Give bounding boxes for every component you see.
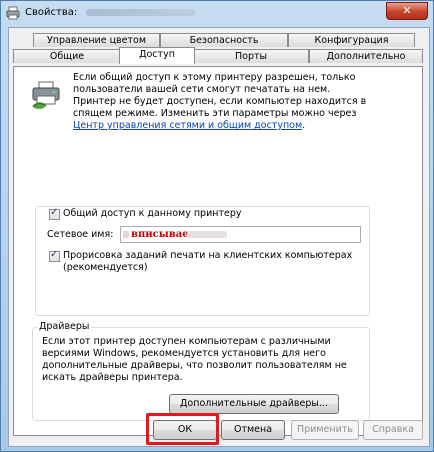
apply-button[interactable]: Применить <box>291 420 359 440</box>
printer-name-redacted <box>86 9 196 16</box>
shared-printer-icon <box>32 81 60 109</box>
render-jobs-checkbox[interactable] <box>49 249 60 262</box>
tab-sharing[interactable]: Доступ <box>119 47 195 64</box>
share-printer-label: Общий доступ к данному принтеру <box>63 208 245 220</box>
tab-general[interactable]: Общие <box>13 49 121 63</box>
drivers-group: Драйверы Если этот принтер доступен комп… <box>32 321 370 421</box>
close-button[interactable]: ✕ <box>386 2 428 20</box>
redacted-suffix <box>187 231 227 238</box>
share-settings-group: Общий доступ к данному принтеру Сетевое … <box>35 206 370 316</box>
network-center-link[interactable]: Центр управления сетями и общим доступом <box>73 120 302 131</box>
share-name-label: Сетевое имя: <box>47 229 114 240</box>
tab-ports[interactable]: Порты <box>193 49 309 63</box>
printer-properties-window: Свойства: ✕ Управление цветом Безопаснос… <box>0 0 434 452</box>
tab-advanced[interactable]: Дополнительно <box>309 49 423 63</box>
sharing-info-text: Если общий доступ к этому принтеру разре… <box>73 72 367 131</box>
dialog-body: Управление цветом Безопасность Конфигура… <box>8 27 430 447</box>
share-printer-checkbox[interactable] <box>49 207 60 220</box>
tab-security[interactable]: Безопасность <box>160 33 288 47</box>
printer-window-icon <box>6 6 20 20</box>
additional-drivers-button[interactable]: Дополнительные драйверы... <box>169 394 339 414</box>
redacted-prefix <box>123 231 129 238</box>
tab-color-management[interactable]: Управление цветом <box>33 33 160 47</box>
title-bar[interactable]: Свойства: ✕ <box>1 1 433 25</box>
close-icon: ✕ <box>402 4 412 17</box>
render-jobs-label: Прорисовка заданий печати на клиентских … <box>63 250 353 273</box>
tab-configuration[interactable]: Конфигурация <box>288 33 415 47</box>
help-button[interactable]: Справка <box>363 420 423 440</box>
share-name-input[interactable]: вписываем <box>120 226 361 243</box>
ok-button-highlight <box>146 413 219 445</box>
window-title: Свойства: <box>25 7 78 18</box>
drivers-description: Если этот принтер доступен компьютерам с… <box>42 336 347 383</box>
sharing-tab-panel: Если общий доступ к этому принтеру разре… <box>13 66 423 436</box>
drivers-title: Драйверы <box>37 321 92 333</box>
cancel-button[interactable]: Отмена <box>221 420 285 440</box>
